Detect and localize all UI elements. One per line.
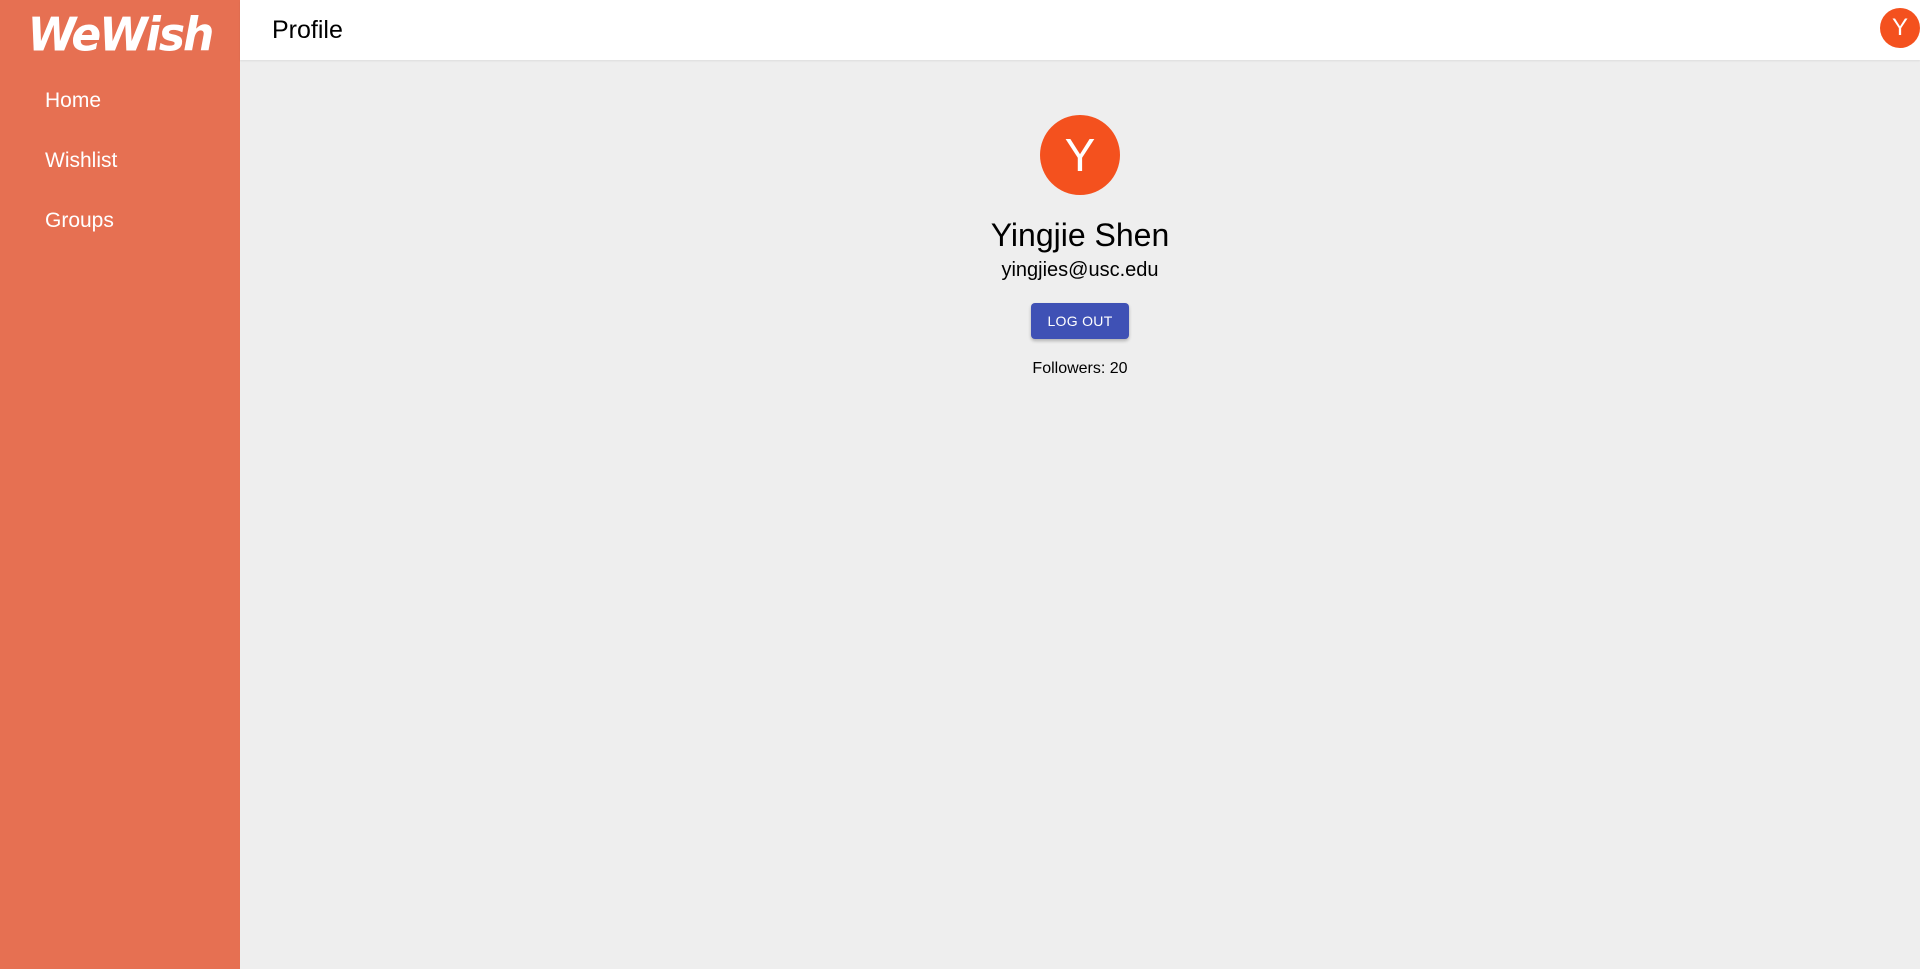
page-title: Profile	[272, 16, 343, 44]
sidebar: WeWish Home Wishlist Groups	[0, 0, 240, 969]
app-logo[interactable]: WeWish	[0, 9, 240, 64]
profile-avatar: Y	[1040, 115, 1120, 195]
profile-card: Y Yingjie Shen yingjies@usc.edu LOG OUT …	[240, 115, 1920, 379]
sidebar-item-home[interactable]: Home	[0, 80, 240, 140]
top-bar: Profile Y	[240, 0, 1920, 60]
app-root: WeWish Home Wishlist Groups Profile Y Y …	[0, 0, 1920, 969]
sidebar-item-groups[interactable]: Groups	[0, 200, 240, 260]
followers-count[interactable]: Followers: 20	[1032, 359, 1127, 379]
profile-email: yingjies@usc.edu	[1001, 259, 1159, 281]
main-content: Y Yingjie Shen yingjies@usc.edu LOG OUT …	[240, 60, 1920, 969]
profile-name: Yingjie Shen	[990, 217, 1170, 253]
sidebar-item-wishlist[interactable]: Wishlist	[0, 140, 240, 200]
sidebar-nav: Home Wishlist Groups	[0, 80, 240, 260]
account-avatar-button[interactable]: Y	[1880, 8, 1920, 48]
logout-button[interactable]: LOG OUT	[1031, 303, 1129, 339]
